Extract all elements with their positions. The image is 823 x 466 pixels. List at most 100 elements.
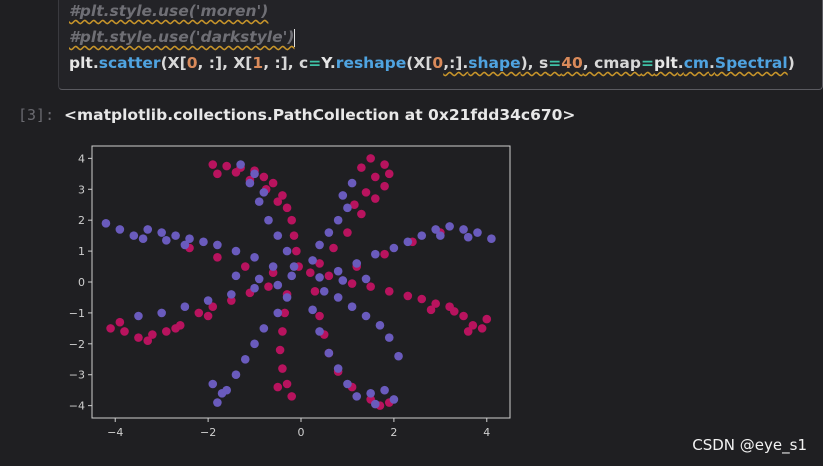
data-point <box>240 262 250 271</box>
data-point <box>315 240 324 250</box>
data-point <box>115 225 125 234</box>
data-point <box>463 327 473 336</box>
data-point <box>380 385 389 395</box>
text-cursor <box>294 28 296 47</box>
data-point <box>240 354 250 364</box>
data-point <box>436 231 445 240</box>
data-point <box>268 178 278 188</box>
data-point <box>245 178 255 188</box>
data-point <box>389 243 399 253</box>
data-point <box>371 172 380 182</box>
code-token: , cmap <box>582 54 641 72</box>
code-line-3[interactable]: plt.scatter(X[0, :], X[1, :], c=Y.reshap… <box>69 54 795 72</box>
data-point <box>287 392 297 401</box>
code-token: scatter <box>98 54 161 72</box>
data-point <box>371 399 380 409</box>
code-token: , :], c <box>263 54 309 72</box>
code-token: ) <box>787 54 795 72</box>
code-token: reshape <box>335 54 407 72</box>
data-point <box>477 324 487 333</box>
data-point <box>308 305 317 315</box>
data-point <box>333 293 343 302</box>
data-point <box>324 271 334 281</box>
data-point <box>134 311 143 321</box>
data-point <box>231 271 241 281</box>
data-point <box>259 188 269 197</box>
data-point <box>305 268 315 278</box>
x-tick-label: −2 <box>200 426 216 439</box>
data-point <box>380 181 389 191</box>
code-token: 0 <box>186 54 198 72</box>
data-point <box>459 225 468 234</box>
plot-frame <box>91 145 511 419</box>
x-tick-label: 0 <box>298 426 305 439</box>
code-line-1[interactable]: #plt.style.use('moren') <box>69 2 268 20</box>
data-point <box>352 392 362 401</box>
data-point <box>171 231 180 240</box>
data-point <box>338 276 348 285</box>
data-point <box>194 308 204 318</box>
data-point <box>445 222 454 231</box>
data-point <box>343 379 352 389</box>
code-token: plt <box>653 54 678 72</box>
x-tick-label: 4 <box>483 426 490 439</box>
data-point <box>282 203 292 213</box>
data-point <box>162 235 171 245</box>
data-point <box>254 274 264 284</box>
data-point <box>333 266 343 276</box>
data-point <box>389 395 399 404</box>
data-point <box>115 317 125 327</box>
data-point <box>264 282 273 291</box>
data-point <box>101 218 111 228</box>
data-point <box>384 169 394 179</box>
data-point <box>231 246 241 256</box>
data-point <box>213 398 222 407</box>
data-point <box>162 327 171 336</box>
data-point <box>366 154 375 163</box>
scatter-plot[interactable]: −4 −2 0 2 4 −4 −3 −2 −1 0 1 2 3 4 <box>58 138 528 446</box>
data-point <box>203 296 213 305</box>
data-point <box>384 286 394 296</box>
code-token: cm <box>683 54 710 72</box>
data-point <box>394 351 403 361</box>
code-token: , :], X[ <box>197 54 253 72</box>
data-point <box>250 252 259 262</box>
data-point <box>380 249 389 259</box>
data-point <box>273 280 283 290</box>
data-point <box>157 228 166 237</box>
code-token: Y <box>321 54 330 72</box>
data-point <box>338 191 348 200</box>
data-point <box>254 197 264 206</box>
y-tick-label: 1 <box>78 245 85 258</box>
x-tick-label: 2 <box>390 426 397 439</box>
data-point <box>259 172 269 182</box>
data-point <box>403 291 413 301</box>
output-prompt: [3]: <box>18 106 55 124</box>
data-point <box>366 282 375 291</box>
comment-text: #plt.style.use('darkstyle') <box>69 28 295 46</box>
code-token: plt <box>69 54 93 72</box>
data-point <box>324 228 334 237</box>
code-line-2[interactable]: #plt.style.use('darkstyle') <box>69 28 296 47</box>
data-point <box>213 240 222 250</box>
data-point <box>289 262 299 271</box>
data-point <box>208 379 218 389</box>
data-point <box>366 388 375 398</box>
data-point <box>120 327 129 336</box>
output-text[interactable]: <matplotlib.collections.PathCollection a… <box>64 106 575 124</box>
data-point <box>231 370 241 380</box>
y-tick-label: −1 <box>69 307 85 320</box>
code-token: = <box>640 54 654 72</box>
data-point <box>278 364 287 373</box>
data-point <box>371 194 380 203</box>
code-cell[interactable]: #plt.style.use('moren') #plt.style.use('… <box>58 0 823 90</box>
data-point <box>273 382 283 392</box>
data-point <box>357 163 366 172</box>
code-token: (X[ <box>160 54 187 72</box>
data-point <box>273 231 283 240</box>
data-point <box>287 215 297 225</box>
data-point <box>487 234 496 244</box>
data-point <box>361 188 371 197</box>
data-point <box>347 302 357 312</box>
data-point <box>347 178 357 188</box>
